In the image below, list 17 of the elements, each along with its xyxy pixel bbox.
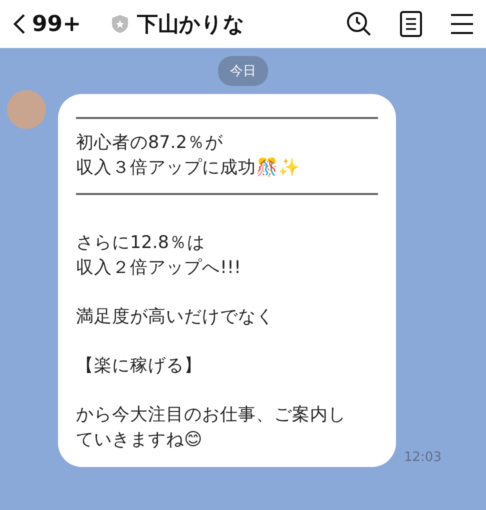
message-line: から今大注目のお仕事、ご案内し: [76, 404, 346, 427]
message-line: 収入２倍アップへ!!!: [76, 257, 242, 280]
message-line: 初心者の87.2％が: [76, 132, 223, 155]
back-icon[interactable]: [12, 13, 26, 35]
shield-icon: [111, 14, 130, 34]
message-line: 満足度が高いだけでなく: [76, 306, 274, 329]
message-line: 【楽に稼げる】: [76, 355, 202, 378]
message-line: さらに12.8％は: [76, 232, 205, 255]
search-icon[interactable]: [346, 11, 372, 37]
back-button[interactable]: 99+: [12, 12, 82, 36]
menu-icon[interactable]: [450, 13, 474, 35]
message-time: 12:03: [404, 450, 442, 465]
chat-title: 下山かりな: [137, 11, 246, 38]
message-line: ていきますね😊: [76, 429, 202, 452]
message-line: 収入３倍アップに成功🎊✨: [76, 156, 300, 180]
date-label: 今日: [218, 56, 268, 86]
notes-icon[interactable]: [400, 11, 422, 37]
